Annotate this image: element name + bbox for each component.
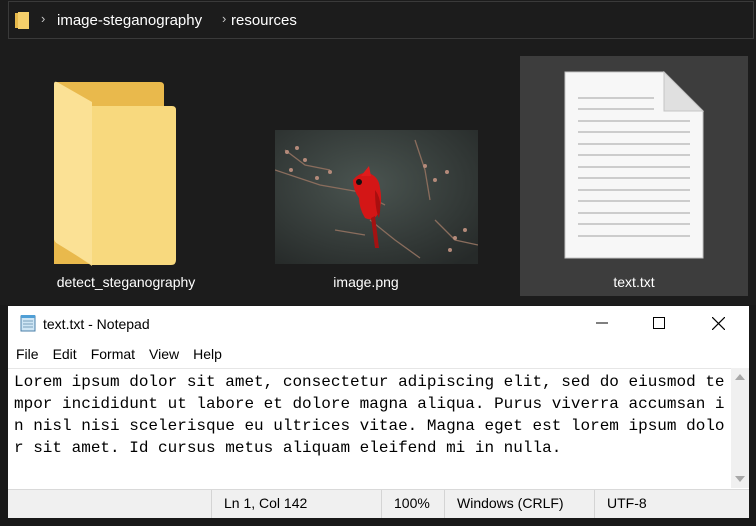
- notepad-window: text.txt - Notepad File Edit Format View…: [8, 306, 749, 518]
- line-ending: Windows (CRLF): [444, 490, 594, 518]
- address-bar[interactable]: › image-steganography › resources: [8, 1, 754, 39]
- scroll-up-icon[interactable]: [735, 374, 745, 380]
- breadcrumb-image-steganography[interactable]: image-steganography: [57, 12, 202, 29]
- vertical-scrollbar[interactable]: [731, 368, 749, 488]
- file-item-text-txt[interactable]: text.txt: [520, 56, 748, 296]
- file-name: image.png: [333, 274, 399, 290]
- scroll-down-icon[interactable]: [735, 476, 745, 482]
- editor-content[interactable]: Lorem ipsum dolor sit amet, consectetur …: [14, 371, 726, 459]
- chevron-right-icon[interactable]: ›: [222, 11, 226, 26]
- text-file-icon: [564, 71, 704, 259]
- minimize-button[interactable]: [579, 306, 625, 340]
- menu-bar: File Edit Format View Help: [8, 344, 229, 366]
- folder-icon: [54, 81, 176, 266]
- maximize-icon: [653, 317, 665, 329]
- minimize-icon: [596, 322, 608, 324]
- window-title: text.txt - Notepad: [43, 316, 150, 332]
- notepad-icon: [20, 315, 36, 332]
- menu-file[interactable]: File: [8, 344, 46, 366]
- file-item-detect-steganography[interactable]: detect_steganography: [12, 56, 240, 296]
- image-thumbnail: [275, 130, 478, 264]
- status-bar: Ln 1, Col 142 100% Windows (CRLF) UTF-8: [8, 489, 749, 518]
- file-item-image-png[interactable]: image.png: [252, 56, 480, 296]
- title-bar[interactable]: text.txt - Notepad: [8, 306, 749, 342]
- encoding: UTF-8: [594, 490, 749, 518]
- chevron-right-icon[interactable]: ›: [41, 11, 45, 26]
- maximize-button[interactable]: [636, 306, 682, 340]
- menu-edit[interactable]: Edit: [46, 344, 84, 366]
- close-icon: [711, 316, 725, 330]
- menu-help[interactable]: Help: [186, 344, 229, 366]
- file-name: detect_steganography: [56, 274, 196, 290]
- file-name: text.txt: [613, 274, 655, 290]
- menu-format[interactable]: Format: [84, 344, 142, 366]
- folder-icon: [15, 12, 29, 29]
- close-button[interactable]: [695, 306, 741, 340]
- cursor-position: Ln 1, Col 142: [211, 490, 381, 518]
- breadcrumb-resources[interactable]: resources: [231, 12, 297, 29]
- zoom-level: 100%: [381, 490, 444, 518]
- file-explorer: › image-steganography › resources detect…: [0, 0, 756, 305]
- text-editor[interactable]: Lorem ipsum dolor sit amet, consectetur …: [8, 368, 749, 489]
- menu-view[interactable]: View: [142, 344, 186, 366]
